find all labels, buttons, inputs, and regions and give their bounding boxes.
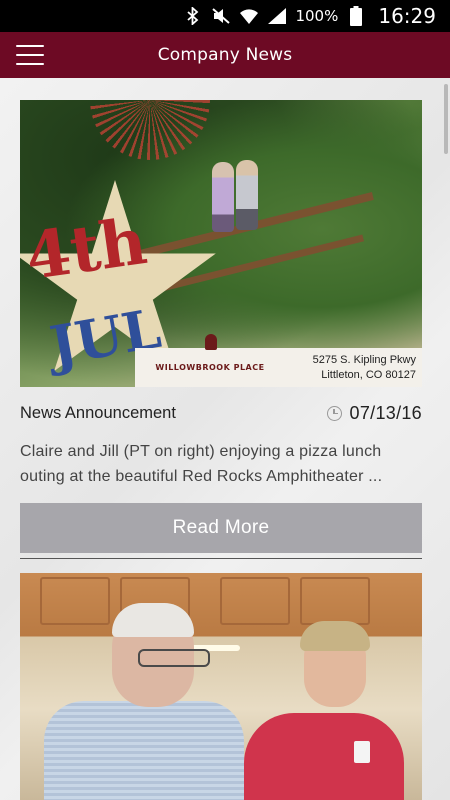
- name-badge: [354, 741, 370, 763]
- person-figure: [212, 162, 234, 232]
- news-card: [20, 573, 422, 800]
- lantern-logo-icon: [205, 334, 217, 350]
- battery-icon: [346, 6, 366, 26]
- read-more-button[interactable]: Read More: [20, 503, 422, 553]
- status-bar: 100% 16:29: [0, 0, 450, 32]
- clock-icon: [326, 405, 342, 421]
- star-banner-text: 4th: [21, 203, 152, 296]
- date-text: 07/13/16: [349, 402, 422, 423]
- plaque-brand: WILLOWBROOK PLACE: [155, 363, 265, 372]
- plaque-address: 5275 S. Kipling Pkwy Littleton, CO 80127: [313, 353, 416, 383]
- news-card: 4th JUL WILLOWBROOK PLACE 5275 S. Kiplin…: [20, 100, 422, 553]
- person-figure: [236, 160, 258, 230]
- battery-percent: 100%: [295, 7, 339, 25]
- page-title: Company News: [157, 45, 293, 65]
- bluetooth-icon: [183, 6, 203, 26]
- card-divider: [20, 558, 422, 559]
- clock-time: 16:29: [378, 4, 436, 28]
- wifi-icon: [239, 6, 259, 26]
- cabinet-door: [40, 577, 110, 625]
- hamburger-menu-icon[interactable]: [16, 42, 44, 68]
- address-line: Littleton, CO 80127: [321, 368, 416, 381]
- cabinet-door: [220, 577, 290, 625]
- app-bar: Company News: [0, 32, 450, 78]
- firework-decoration: [90, 100, 210, 160]
- address-line: 5275 S. Kipling Pkwy: [312, 353, 416, 366]
- news-date: 07/13/16: [326, 402, 422, 424]
- news-summary: Claire and Jill (PT on right) enjoying a…: [20, 443, 383, 485]
- person-hair: [300, 621, 370, 651]
- person-shirt: [44, 701, 244, 800]
- signal-icon: [267, 6, 287, 26]
- person-shirt: [244, 713, 404, 800]
- mute-icon: [211, 6, 231, 26]
- photo-plaque: WILLOWBROOK PLACE 5275 S. Kipling Pkwy L…: [135, 334, 422, 387]
- person-hair: [112, 603, 194, 637]
- news-feed[interactable]: 4th JUL WILLOWBROOK PLACE 5275 S. Kiplin…: [0, 78, 450, 800]
- news-photo[interactable]: [20, 573, 422, 800]
- scrollbar-thumb[interactable]: [444, 84, 448, 154]
- news-meta: News Announcement 07/13/16: [20, 387, 422, 439]
- news-photo[interactable]: 4th JUL WILLOWBROOK PLACE 5275 S. Kiplin…: [20, 100, 422, 387]
- cabinet-door: [300, 577, 370, 625]
- glasses: [138, 649, 210, 667]
- news-category: News Announcement: [20, 403, 176, 422]
